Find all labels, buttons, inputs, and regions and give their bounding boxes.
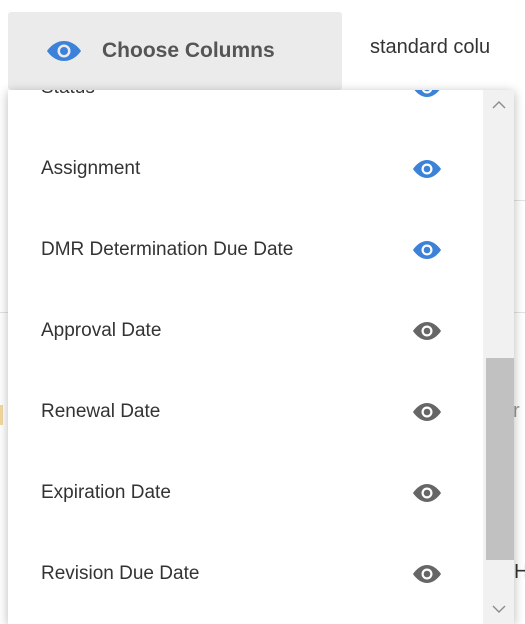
eye-hidden-icon[interactable] — [412, 563, 442, 585]
columns-list: StatusAssignmentDMR Determination Due Da… — [8, 90, 478, 614]
scroll-down-button[interactable] — [483, 594, 514, 624]
scrollbar-thumb[interactable] — [486, 358, 514, 560]
eye-icon — [47, 41, 81, 61]
eye-icon[interactable] — [412, 90, 442, 99]
columns-dropdown: StatusAssignmentDMR Determination Due Da… — [8, 90, 514, 624]
column-option[interactable]: Approval Date — [8, 290, 478, 371]
choose-columns-label: Choose Columns — [102, 39, 275, 62]
eye-hidden-icon[interactable] — [412, 401, 442, 423]
background-text-mark: r — [513, 400, 520, 422]
standard-columns-link[interactable]: standard colu — [370, 36, 490, 59]
scroll-up-button[interactable] — [483, 90, 514, 120]
background-highlight — [0, 405, 3, 425]
background-text-mark: H — [514, 561, 525, 583]
choose-columns-button[interactable]: Choose Columns — [8, 12, 342, 90]
column-option[interactable]: Renewal Date — [8, 371, 478, 452]
eye-icon[interactable] — [412, 239, 442, 261]
column-option[interactable]: DMR Determination Due Date — [8, 209, 478, 290]
eye-hidden-icon[interactable] — [412, 482, 442, 504]
dropdown-scrollbar[interactable] — [483, 90, 514, 624]
background-divider — [514, 200, 525, 201]
eye-hidden-icon[interactable] — [412, 320, 442, 342]
column-option[interactable]: Status — [8, 90, 478, 128]
column-option[interactable]: Assignment — [8, 128, 478, 209]
chevron-up-icon — [492, 101, 505, 109]
eye-icon[interactable] — [412, 158, 442, 180]
column-option[interactable]: Expiration Date — [8, 452, 478, 533]
column-option[interactable]: Revision Due Date — [8, 533, 478, 614]
background-divider — [0, 312, 8, 313]
chevron-down-icon — [492, 605, 505, 613]
background-divider — [514, 312, 525, 313]
